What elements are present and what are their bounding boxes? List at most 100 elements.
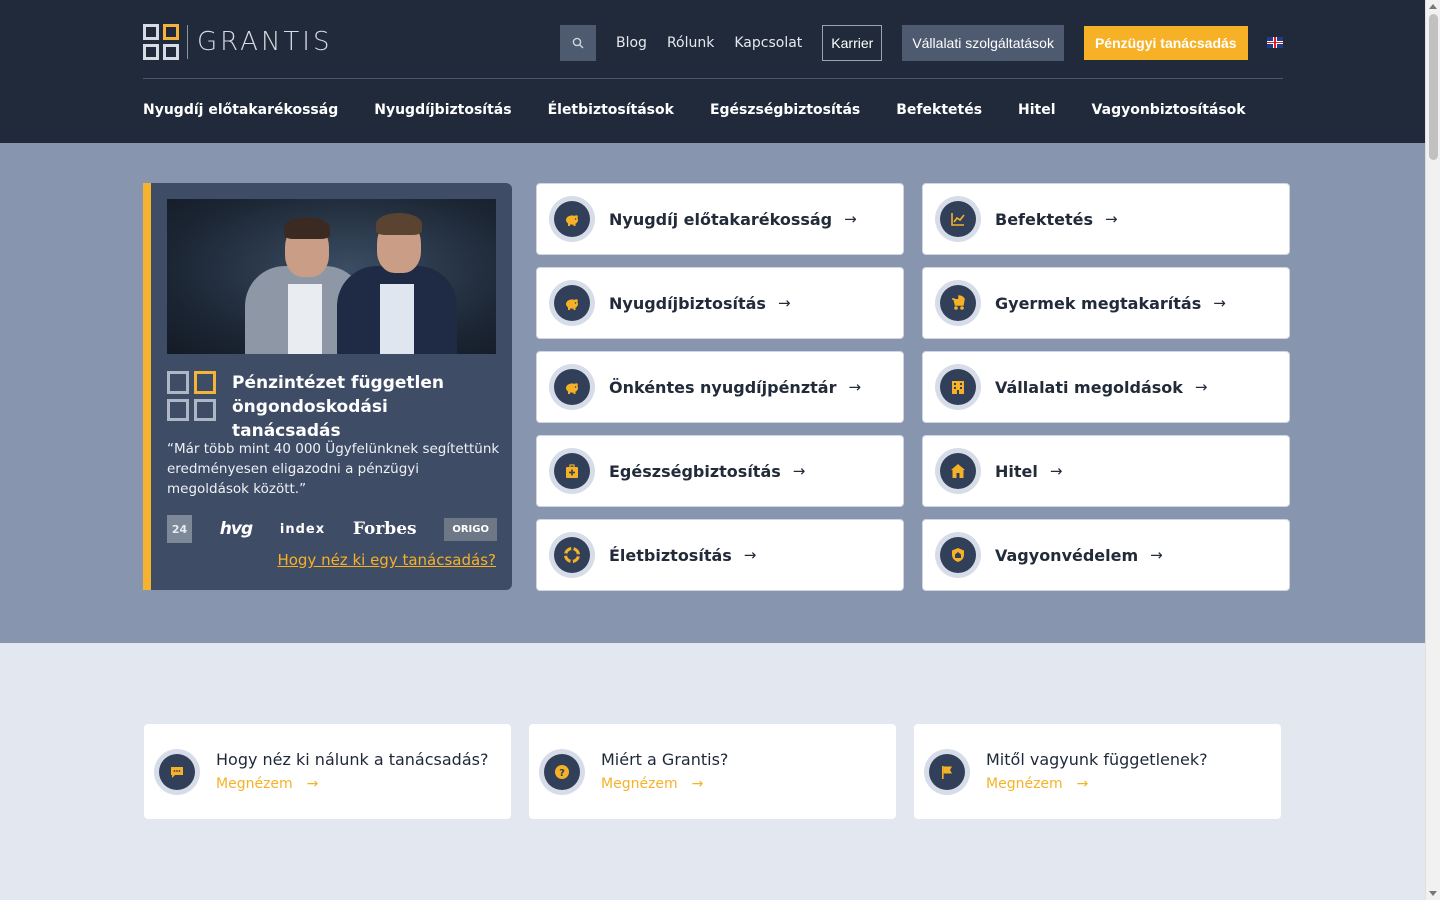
- scroll-up-icon[interactable]: [1429, 4, 1437, 9]
- penzugyi-tanacsadas-button[interactable]: Pénzügyi tanácsadás: [1083, 26, 1248, 60]
- more-label: Megnézem: [601, 776, 678, 792]
- card-icon-ring: [549, 448, 595, 494]
- stroller-icon: [952, 295, 965, 310]
- card-icon-ring: [549, 196, 595, 242]
- nav-link-rolunk[interactable]: Rólunk: [667, 35, 714, 51]
- mainnav-hitel[interactable]: Hitel: [1018, 102, 1056, 118]
- info-icon-ring: [924, 749, 970, 795]
- product-card-label: Nyugdíjbiztosítás: [609, 293, 766, 313]
- piggy-bank-icon: [566, 215, 578, 226]
- mainnav-eletbiztositasok[interactable]: Életbiztosítások: [548, 102, 674, 118]
- karrier-button[interactable]: Karrier: [822, 25, 883, 61]
- product-card-0[interactable]: Nyugdíj előtakarékosság →: [536, 183, 904, 255]
- info-card-more-link[interactable]: Megnézem →: [216, 776, 318, 792]
- brand-name: GRANTIS: [197, 27, 333, 57]
- header-divider: [143, 78, 1283, 79]
- question-icon: ?: [555, 765, 569, 779]
- card-icon-badge: [940, 201, 976, 237]
- product-card-8[interactable]: Életbiztosítás →: [536, 519, 904, 591]
- product-card-7[interactable]: Hitel →: [922, 435, 1290, 507]
- arrow-right-icon: →: [1049, 462, 1063, 480]
- mainnav-egeszsegbiztositas[interactable]: Egészségbiztosítás: [710, 102, 860, 118]
- page: GRANTIS Blog Rólunk Kapcsolat Karrier Vá…: [0, 0, 1425, 900]
- product-card-6[interactable]: Egészségbiztosítás →: [536, 435, 904, 507]
- info-card-title: Mitől vagyunk függetlenek?: [986, 750, 1208, 769]
- card-icon-badge: [554, 537, 590, 573]
- arrow-right-icon: →: [848, 378, 862, 396]
- mainnav-befektetes[interactable]: Befektetés: [896, 102, 982, 118]
- arrow-right-icon: →: [1076, 776, 1089, 792]
- lifebuoy-icon: [564, 547, 580, 563]
- logo-mark-icon: [143, 24, 179, 60]
- advisors-photo: [167, 199, 496, 354]
- product-card-3[interactable]: Gyermek megtakarítás →: [922, 267, 1290, 339]
- mainnav-nyugdij-elotakarekossag[interactable]: Nyugdíj előtakarékosság: [143, 102, 338, 118]
- product-card-label: Befektetés: [995, 209, 1094, 229]
- product-card-4[interactable]: Önkéntes nyugdíjpénztár →: [536, 351, 904, 423]
- arrow-right-icon: →: [1213, 294, 1226, 312]
- chat-icon: [171, 767, 183, 778]
- nav-link-blog[interactable]: Blog: [616, 35, 647, 51]
- product-card-5[interactable]: Vállalati megoldások →: [922, 351, 1290, 423]
- grantis-logo-icon: [167, 371, 217, 421]
- promo-quote: “Már több mint 40 000 Ügyfelünknek segít…: [167, 441, 500, 497]
- house-icon: [951, 464, 965, 478]
- product-card-label: Életbiztosítás: [609, 545, 732, 565]
- arrow-right-icon: →: [777, 294, 791, 312]
- arrow-right-icon: →: [1105, 210, 1118, 228]
- product-card-label: Gyermek megtakarítás: [995, 293, 1202, 313]
- hero-section: Pénzintézet független öngondoskodási tan…: [0, 143, 1425, 643]
- search-icon: [572, 37, 584, 49]
- card-icon-badge: [554, 453, 590, 489]
- more-label: Megnézem: [216, 776, 293, 792]
- info-card-title: Miért a Grantis?: [601, 750, 729, 769]
- promo-title: Pénzintézet független öngondoskodási tan…: [167, 371, 502, 443]
- press-logo-forbes: Forbes: [352, 519, 417, 539]
- scroll-down-icon[interactable]: [1429, 891, 1437, 896]
- main-nav: Nyugdíj előtakarékosság Nyugdíjbiztosítá…: [143, 102, 1282, 118]
- info-card-2[interactable]: Mitől vagyunk függetlenek? Megnézem →: [914, 724, 1281, 819]
- info-card-0[interactable]: Hogy néz ki nálunk a tanácsadás? Megnézem…: [144, 724, 511, 819]
- scroll-thumb[interactable]: [1429, 14, 1438, 160]
- press-logos: 24 hvg index Forbes ORIGO: [167, 515, 497, 543]
- piggy-bank-icon: [566, 383, 578, 394]
- card-icon-ring: [549, 532, 595, 578]
- info-card-more-link[interactable]: Megnézem →: [601, 776, 703, 792]
- building-icon: [952, 381, 964, 394]
- product-card-9[interactable]: Vagyonvédelem →: [922, 519, 1290, 591]
- vallalati-szolgaltatasok-button[interactable]: Vállalati szolgáltatások: [902, 25, 1064, 61]
- product-card-1[interactable]: Befektetés →: [922, 183, 1290, 255]
- card-icon-ring: [935, 196, 981, 242]
- product-card-label: Önkéntes nyugdíjpénztár: [609, 377, 837, 397]
- arrow-right-icon: →: [306, 776, 319, 792]
- page-scrollbar[interactable]: [1425, 0, 1440, 900]
- product-card-label: Vagyonvédelem: [995, 545, 1139, 565]
- info-icon-badge: [929, 754, 965, 790]
- promo-card: Pénzintézet független öngondoskodási tan…: [143, 183, 512, 590]
- mainnav-nyugdijbiztositas[interactable]: Nyugdíjbiztosítás: [374, 102, 511, 118]
- card-icon-ring: [935, 364, 981, 410]
- site-header: GRANTIS Blog Rólunk Kapcsolat Karrier Vá…: [0, 0, 1425, 143]
- product-cards: Nyugdíj előtakarékosság → Befektetés → Nyugd…: [536, 183, 1290, 591]
- info-card-more-link[interactable]: Megnézem →: [986, 776, 1088, 792]
- arrow-right-icon: →: [1194, 378, 1208, 396]
- card-icon-badge: [940, 453, 976, 489]
- more-label: Megnézem: [986, 776, 1063, 792]
- card-icon-ring: [549, 280, 595, 326]
- brand-logo[interactable]: GRANTIS: [143, 24, 332, 60]
- arrow-right-icon: →: [1150, 546, 1163, 564]
- nav-link-kapcsolat[interactable]: Kapcsolat: [734, 35, 802, 51]
- card-icon-badge: [554, 285, 590, 321]
- info-card-1[interactable]: ? Miért a Grantis? Megnézem →: [529, 724, 896, 819]
- medical-kit-icon: [566, 464, 578, 478]
- promo-tanacsadas-link[interactable]: Hogy néz ki egy tanácsadás?: [277, 551, 496, 569]
- card-icon-badge: [554, 201, 590, 237]
- press-logo-hvg: hvg: [219, 519, 253, 539]
- card-icon-badge: [940, 285, 976, 321]
- info-icon-badge: ?: [544, 754, 580, 790]
- mainnav-vagyonbiztositasok[interactable]: Vagyonbiztosítások: [1092, 102, 1246, 118]
- uk-flag-icon[interactable]: [1267, 37, 1283, 48]
- search-button[interactable]: [560, 25, 596, 61]
- arrow-right-icon: →: [743, 546, 757, 564]
- product-card-2[interactable]: Nyugdíjbiztosítás →: [536, 267, 904, 339]
